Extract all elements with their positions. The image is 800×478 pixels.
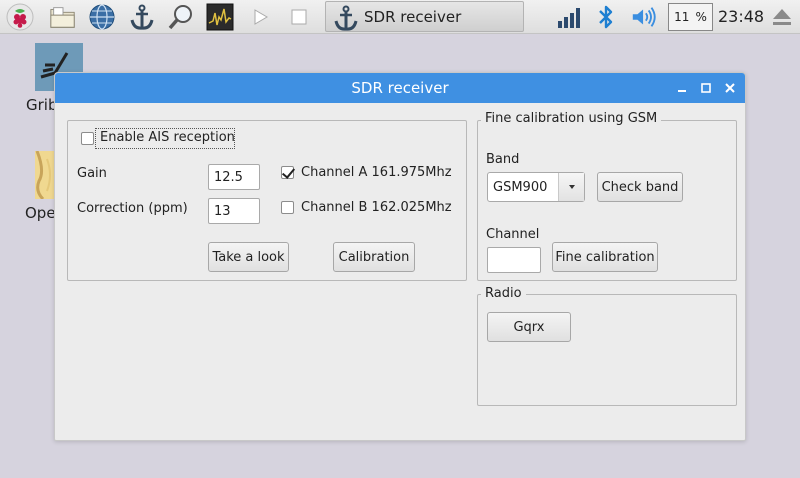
clock[interactable]: 23:48 (718, 7, 764, 26)
chevron-down-icon[interactable] (558, 173, 584, 201)
desktop-icon-label[interactable]: Grib (26, 96, 57, 114)
taskbar: SDR receiver 11 % 23:48 (0, 0, 800, 34)
correction-input[interactable] (208, 198, 260, 224)
window-title: SDR receiver (351, 79, 449, 97)
desktop-icon-label[interactable]: Ope (25, 204, 56, 222)
bluetooth-icon[interactable] (592, 3, 620, 31)
band-label: Band (486, 152, 520, 167)
taskbar-window-button[interactable]: SDR receiver (325, 1, 524, 32)
cpu-usage-value: 11 (674, 10, 690, 24)
eject-icon[interactable] (768, 3, 796, 31)
anchor-app-icon[interactable] (128, 3, 156, 31)
search-icon[interactable] (167, 3, 195, 31)
maximize-icon[interactable] (698, 80, 714, 96)
taskbar-window-title: SDR receiver (364, 8, 462, 26)
play-icon[interactable] (246, 3, 274, 31)
channel-b-label[interactable]: Channel B 162.025Mhz (301, 200, 452, 215)
file-manager-icon[interactable] (49, 3, 77, 31)
gain-input[interactable] (208, 164, 260, 190)
volume-icon[interactable] (630, 3, 658, 31)
fine-calibration-button[interactable]: Fine calibration (552, 242, 658, 272)
stop-icon[interactable] (285, 3, 313, 31)
calibration-button[interactable]: Calibration (333, 242, 415, 272)
channel-label: Channel (486, 227, 540, 242)
correction-label: Correction (ppm) (77, 201, 188, 216)
gsm-group-title: Fine calibration using GSM (481, 111, 662, 126)
gain-label: Gain (77, 166, 107, 181)
gqrx-button[interactable]: Gqrx (487, 312, 571, 342)
band-select[interactable]: GSM900 (487, 172, 585, 202)
enable-ais-label[interactable]: Enable AIS reception (100, 130, 235, 145)
web-browser-icon[interactable] (88, 3, 116, 31)
sdr-receiver-window: SDR receiver Enable AIS reception Gain C… (54, 72, 746, 441)
channel-a-label[interactable]: Channel A 161.975Mhz (301, 165, 452, 180)
minimize-icon[interactable] (674, 80, 690, 96)
close-icon[interactable] (722, 80, 738, 96)
channel-b-checkbox[interactable] (281, 201, 294, 214)
enable-ais-checkbox[interactable] (81, 132, 94, 145)
radio-group (477, 294, 737, 406)
check-band-button[interactable]: Check band (597, 172, 683, 202)
channel-a-checkbox[interactable] (281, 166, 294, 179)
take-a-look-button[interactable]: Take a look (208, 242, 289, 272)
window-titlebar[interactable]: SDR receiver (55, 73, 745, 103)
raspberry-menu-icon[interactable] (6, 3, 34, 31)
band-select-value: GSM900 (493, 180, 548, 195)
system-monitor-icon[interactable] (206, 3, 234, 31)
channel-input[interactable] (487, 247, 541, 273)
radio-group-title: Radio (481, 286, 526, 301)
cpu-usage-monitor[interactable]: 11 % (668, 3, 713, 31)
network-signal-icon[interactable] (556, 3, 584, 31)
anchor-icon (332, 4, 360, 36)
cpu-usage-unit: % (695, 10, 707, 24)
